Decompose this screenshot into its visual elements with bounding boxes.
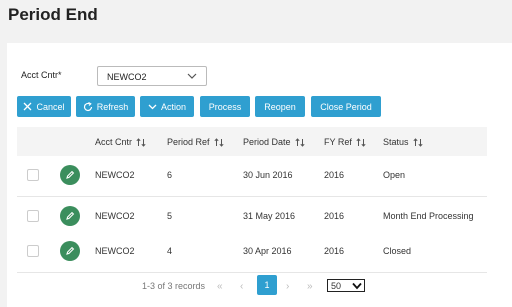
reopen-button[interactable]: Reopen	[255, 96, 305, 117]
prev-page-icon[interactable]: ‹	[240, 281, 243, 292]
acct-cntr-label: Acct Cntr*	[21, 70, 62, 80]
pencil-icon	[66, 170, 75, 179]
cell-acct-cntr: NEWCO2	[95, 211, 135, 221]
acct-cntr-select[interactable]: NEWCO2	[97, 66, 207, 86]
edit-button[interactable]	[60, 206, 80, 226]
table-row[interactable]: NEWCO2 6 30 Jun 2016 2016 Open	[17, 156, 487, 197]
cell-fy-ref: 2016	[324, 170, 345, 180]
action-label: Action	[160, 101, 186, 112]
col-period-ref[interactable]: Period Ref	[167, 137, 224, 147]
sort-icon	[213, 137, 224, 147]
cell-fy-ref: 2016	[324, 211, 345, 221]
close-period-button[interactable]: Close Period	[311, 96, 381, 117]
edit-button[interactable]	[60, 241, 80, 261]
cell-status: Month End Processing	[383, 211, 474, 221]
cell-period-ref: 4	[167, 246, 173, 256]
row-checkbox[interactable]	[27, 210, 39, 222]
first-page-icon[interactable]: «	[217, 281, 223, 292]
main-panel: Acct Cntr* NEWCO2 Cancel Refresh Action …	[7, 43, 512, 307]
col-acct-cntr[interactable]: Acct Cntr	[95, 137, 146, 147]
row-checkbox[interactable]	[27, 245, 39, 257]
cell-fy-ref: 2016	[324, 246, 345, 256]
cell-acct-cntr: NEWCO2	[95, 246, 135, 256]
cell-status: Open	[383, 170, 406, 180]
refresh-label: Refresh	[96, 101, 129, 112]
refresh-button[interactable]: Refresh	[76, 96, 135, 117]
page-size-select[interactable]: 50	[327, 279, 365, 292]
pagination: 1-3 of 3 records « ‹ 1 › » 50	[7, 275, 512, 299]
sort-icon	[294, 137, 305, 147]
cell-period-ref: 5	[167, 211, 173, 221]
chevron-down-icon	[148, 104, 157, 110]
sort-icon	[412, 137, 423, 147]
process-button[interactable]: Process	[200, 96, 250, 117]
current-page-button[interactable]: 1	[257, 275, 277, 295]
col-status[interactable]: Status	[383, 137, 423, 147]
page-size-value: 50	[331, 281, 342, 291]
refresh-icon	[83, 101, 92, 111]
cell-status: Closed	[383, 246, 412, 256]
close-period-label: Close Period	[320, 101, 372, 112]
chevron-down-icon	[187, 73, 197, 79]
records-count: 1-3 of 3 records	[142, 281, 206, 291]
pencil-icon	[66, 211, 75, 220]
sort-icon	[136, 137, 146, 147]
cancel-label: Cancel	[36, 101, 65, 112]
page-title: Period End	[8, 5, 98, 24]
cell-period-ref: 6	[167, 170, 173, 180]
reopen-label: Reopen	[264, 101, 296, 112]
col-period-date[interactable]: Period Date	[243, 137, 305, 147]
cell-period-date: 31 May 2016	[243, 211, 296, 221]
table-row[interactable]: NEWCO2 4 30 Apr 2016 2016 Closed	[17, 232, 487, 273]
cancel-button[interactable]: Cancel	[17, 96, 71, 117]
next-page-icon[interactable]: ›	[286, 281, 289, 292]
action-button[interactable]: Action	[140, 96, 194, 117]
pencil-icon	[66, 246, 75, 255]
sort-icon	[356, 137, 366, 147]
col-fy-ref[interactable]: FY Ref	[324, 137, 366, 147]
cell-period-date: 30 Jun 2016	[243, 170, 293, 180]
close-icon	[24, 102, 32, 111]
acct-cntr-value: NEWCO2	[107, 72, 147, 82]
cell-period-date: 30 Apr 2016	[243, 246, 292, 256]
process-label: Process	[208, 101, 242, 112]
edit-button[interactable]	[60, 165, 80, 185]
chevron-down-icon	[352, 282, 362, 290]
table-header: Acct Cntr Period Ref Period Date FY Ref …	[17, 127, 487, 156]
cell-acct-cntr: NEWCO2	[95, 170, 135, 180]
last-page-icon[interactable]: »	[307, 281, 313, 292]
row-checkbox[interactable]	[27, 169, 39, 181]
